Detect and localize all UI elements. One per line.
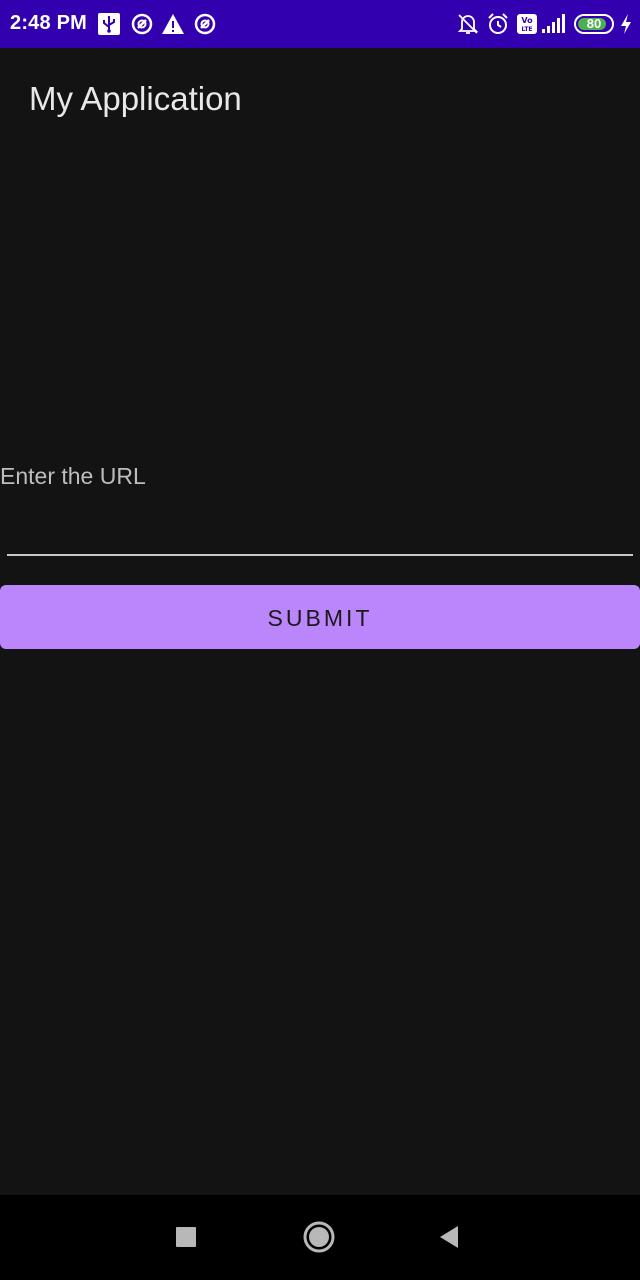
signal-icon	[541, 12, 565, 36]
volte-icon: Vo LTE	[516, 12, 540, 36]
status-time: 2:48 PM	[10, 12, 87, 34]
status-bar: 2:48 PM Vo LTE 80	[0, 0, 640, 48]
battery-level: 80	[586, 16, 602, 31]
app-title: My Application	[29, 80, 242, 117]
navigation-bar	[0, 1195, 640, 1280]
mute-icon	[456, 12, 480, 36]
circle-icon	[303, 1221, 335, 1253]
data-saver-icon	[193, 12, 217, 36]
recents-button[interactable]	[164, 1215, 208, 1259]
submit-button[interactable]: SUBMIT	[0, 585, 640, 649]
svg-text:Vo: Vo	[521, 16, 533, 25]
app-screen: 2:48 PM Vo LTE 80 My Application Enter t…	[0, 0, 640, 1280]
back-button[interactable]	[428, 1215, 472, 1259]
url-input[interactable]	[7, 500, 633, 556]
alarm-icon	[486, 12, 510, 36]
data-saver-icon	[130, 12, 154, 36]
svg-text:LTE: LTE	[521, 26, 532, 33]
battery-icon: 80	[574, 14, 614, 34]
charging-icon	[618, 12, 634, 36]
square-icon	[176, 1227, 196, 1247]
usb-icon	[97, 12, 121, 36]
warning-icon	[161, 12, 185, 36]
triangle-back-icon	[440, 1226, 458, 1248]
home-button[interactable]	[297, 1215, 341, 1259]
url-label: Enter the URL	[0, 463, 146, 489]
